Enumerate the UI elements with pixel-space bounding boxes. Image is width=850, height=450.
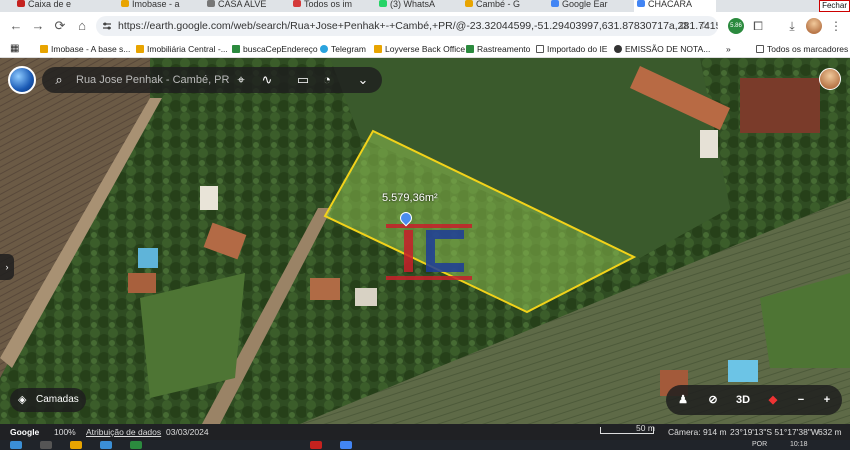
bookmarks-bar: ▦ Imobase - A base s... Imobiliária Cent… (0, 40, 850, 58)
windows-start-icon[interactable] (10, 441, 22, 449)
download-icon[interactable]: ⤓ (784, 18, 800, 34)
menu-icon[interactable]: ⋮ (828, 18, 844, 34)
taskbar-app-icon[interactable] (100, 441, 112, 449)
bookmark-favicon (136, 45, 144, 53)
taskbar-app-icon[interactable] (70, 441, 82, 449)
page-icon (207, 0, 215, 7)
imobase-icon (121, 0, 129, 7)
google-earth-icon (551, 0, 559, 7)
elevation: 632 m (818, 427, 842, 437)
os-taskbar: POR 10:18 (0, 440, 850, 450)
data-attribution-link[interactable]: Atribuição de dados (86, 424, 161, 440)
satellite-imagery (0, 58, 850, 424)
search-input[interactable]: Rua Jose Penhak - Cambé, PR (76, 67, 229, 93)
area-measurement-label: 5.579,36m² (382, 192, 438, 204)
bookmark-item[interactable]: Telegram (320, 43, 366, 55)
bookmark-favicon (614, 45, 622, 53)
earth-logo-icon[interactable] (8, 66, 36, 94)
site-settings-icon[interactable] (102, 21, 112, 31)
google-brand: Google (10, 427, 40, 437)
home-icon[interactable]: ⌂ (74, 18, 90, 34)
camera-altitude: Câmera: 914 m (668, 427, 727, 437)
back-icon[interactable]: ← (8, 18, 24, 34)
bookmark-item[interactable]: EMISSÃO DE NOTA... (614, 43, 710, 55)
telegram-icon (320, 45, 328, 53)
page-icon (465, 0, 473, 7)
google-earth-icon (637, 0, 645, 7)
chevron-down-icon[interactable]: ⌄ (354, 71, 372, 89)
url-text: https://earth.google.com/web/search/Rua+… (118, 20, 718, 32)
bookmark-item[interactable]: Imobase - A base s... (40, 43, 130, 55)
search-bar: ⌕ Rua Jose Penhak - Cambé, PR ⌖ ∿ ▭ ◔ ⌄ (42, 67, 382, 93)
browser-tab-active[interactable]: CHÁCARA (634, 0, 716, 12)
expand-panel-icon[interactable]: › (0, 254, 14, 280)
zoom-out-button[interactable]: − (792, 391, 810, 409)
bookmark-item[interactable]: Rastreamento (466, 43, 530, 55)
page-icon (293, 0, 301, 7)
bookmark-item[interactable]: Imobiliária Central -... (136, 43, 228, 55)
bookmark-favicon (374, 45, 382, 53)
bookmark-favicon (232, 45, 240, 53)
ruler-icon[interactable]: ▭ (294, 71, 312, 89)
clock[interactable]: 10:18 (790, 440, 808, 449)
bookmarks-overflow[interactable]: » (726, 43, 731, 55)
location-pin-icon[interactable]: ⌖ (232, 71, 250, 89)
status-bar: Google 100% Atribuição de dados 03/03/20… (0, 423, 850, 440)
zoom-in-button[interactable]: + (818, 391, 836, 409)
gmail-icon (17, 0, 25, 7)
folder-icon (756, 45, 764, 53)
address-bar[interactable]: https://earth.google.com/web/search/Rua+… (96, 16, 718, 36)
account-avatar[interactable] (819, 68, 841, 90)
browser-tab[interactable]: Todos os im (290, 0, 354, 12)
bookmark-favicon (40, 45, 48, 53)
close-tooltip[interactable]: Fechar (819, 0, 850, 12)
layers-icon: ◈ (18, 394, 27, 406)
all-bookmarks-folder[interactable]: Todos os marcadores (756, 43, 848, 55)
map-controls: ♟ ⊘ 3D ◆ − + (666, 385, 842, 415)
whatsapp-icon (379, 0, 387, 7)
bookmark-star-icon[interactable]: ☆ (698, 20, 710, 32)
view-mode-toggle[interactable]: 3D (734, 391, 752, 409)
profile-avatar[interactable] (806, 18, 822, 34)
taskbar-app-icon[interactable] (130, 441, 142, 449)
apps-icon[interactable]: ▦ (10, 43, 19, 55)
taskbar-app-icon[interactable] (40, 441, 52, 449)
coordinates: 23°19'13"S 51°17'38"W (730, 427, 819, 437)
layers-button[interactable]: ◈ Camadas (10, 388, 86, 412)
browser-tab[interactable]: Google Ear (548, 0, 612, 12)
extensions-icon[interactable]: ⧠ (750, 18, 766, 34)
tab-bar: Caixa de e Imobase - a CASA ALVE Todos o… (0, 0, 850, 12)
browser-tab[interactable]: CASA ALVE (204, 0, 268, 12)
imagery-date: 03/03/2024 (166, 427, 209, 437)
extension-badge[interactable]: 5.86 (728, 18, 744, 34)
compass-icon[interactable]: ◆ (764, 391, 782, 409)
taskbar-app-icon[interactable] (310, 441, 322, 449)
history-icon[interactable]: ◔ (318, 71, 336, 89)
forward-icon[interactable]: → (30, 18, 46, 34)
reload-icon[interactable]: ⟳ (52, 18, 68, 34)
route-icon[interactable]: ∿ (258, 71, 276, 89)
bookmark-item[interactable]: Loyverse Back Office (374, 43, 465, 55)
browser-toolbar: ← → ⟳ ⌂ https://earth.google.com/web/sea… (0, 12, 850, 40)
satellite-map[interactable]: ⌕ Rua Jose Penhak - Cambé, PR ⌖ ∿ ▭ ◔ ⌄ … (0, 58, 850, 424)
bookmark-favicon (466, 45, 474, 53)
install-app-icon[interactable]: ⧉ (678, 20, 690, 32)
browser-tab[interactable]: Imobase - a (118, 0, 182, 12)
bookmark-item[interactable]: buscaCepEndereço (232, 43, 318, 55)
pegman-icon[interactable]: ♟ (674, 391, 692, 409)
browser-tab[interactable]: (3) WhatsA (376, 0, 440, 12)
folder-icon (536, 45, 544, 53)
taskbar-app-icon[interactable] (340, 441, 352, 449)
search-icon[interactable]: ⌕ (50, 71, 68, 89)
hide-overlays-icon[interactable]: ⊘ (704, 391, 722, 409)
input-language[interactable]: POR (752, 440, 767, 449)
browser-tab[interactable]: Caixa de e (14, 0, 76, 12)
browser-tab[interactable]: Cambé - G (462, 0, 526, 12)
zoom-level: 100% (54, 427, 76, 437)
bookmark-folder[interactable]: Importado do IE (536, 43, 607, 55)
scale-bar (600, 427, 654, 434)
